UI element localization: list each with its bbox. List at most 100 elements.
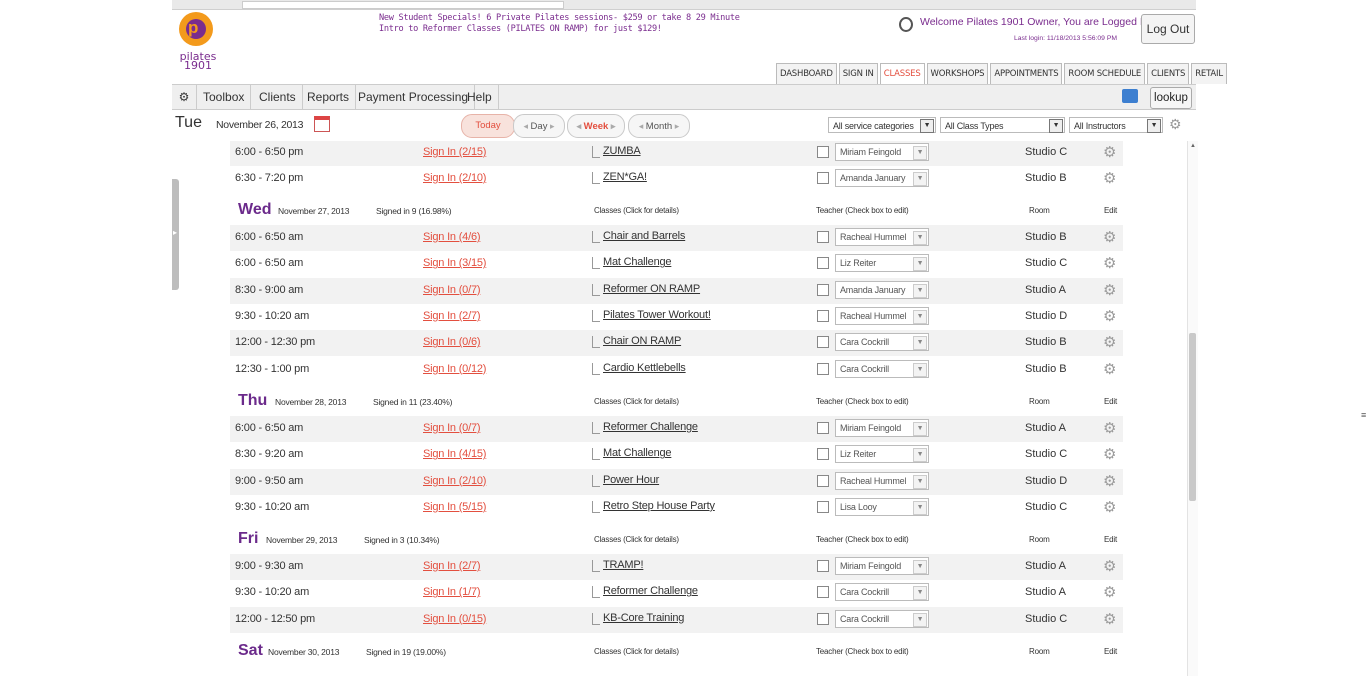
class-name-link[interactable]: Chair and Barrels bbox=[592, 230, 685, 243]
today-button[interactable]: Today bbox=[461, 114, 515, 138]
teacher-select[interactable]: Cara Cockrill ▼ bbox=[835, 333, 929, 352]
scrollbar-thumb[interactable] bbox=[1189, 333, 1196, 501]
teacher-edit-checkbox[interactable] bbox=[817, 422, 829, 434]
teacher-select[interactable]: Racheal Hummel ▼ bbox=[835, 228, 929, 246]
sign-in-link[interactable]: Sign In (2/15) bbox=[423, 146, 486, 158]
tab-clients[interactable]: CLIENTS bbox=[1147, 63, 1190, 84]
edit-gear-icon[interactable]: ⚙ bbox=[1103, 360, 1116, 378]
class-name-link[interactable]: TRAMP! bbox=[592, 559, 644, 572]
tab-room-schedule[interactable]: ROOM SCHEDULE bbox=[1064, 63, 1146, 84]
class-type-select[interactable]: All Class Types ▼ bbox=[940, 117, 1065, 133]
teacher-select[interactable]: Racheal Hummel ▼ bbox=[835, 471, 929, 490]
edit-gear-icon[interactable]: ⚙ bbox=[1103, 143, 1116, 161]
edit-gear-icon[interactable]: ⚙ bbox=[1103, 610, 1116, 628]
promo-banner[interactable]: New Student Specials! 6 Private Pilates … bbox=[379, 13, 759, 35]
lookup-button[interactable]: lookup bbox=[1150, 87, 1192, 109]
teacher-select[interactable]: Miriam Feingold ▼ bbox=[835, 419, 929, 437]
sign-in-link[interactable]: Sign In (0/7) bbox=[423, 422, 481, 434]
edit-gear-icon[interactable]: ⚙ bbox=[1103, 169, 1116, 187]
tab-classes[interactable]: CLASSES bbox=[879, 63, 925, 84]
teacher-edit-checkbox[interactable] bbox=[817, 362, 829, 375]
sign-in-link[interactable]: Sign In (0/7) bbox=[423, 284, 481, 296]
tab-retail[interactable]: RETAIL bbox=[1191, 63, 1227, 84]
teacher-edit-checkbox[interactable] bbox=[817, 560, 829, 572]
calendar-icon[interactable] bbox=[314, 116, 330, 132]
teacher-edit-checkbox[interactable] bbox=[817, 172, 829, 184]
teacher-edit-checkbox[interactable] bbox=[817, 474, 829, 487]
class-name-link[interactable]: Mat Challenge bbox=[592, 447, 672, 461]
edit-gear-icon[interactable]: ⚙ bbox=[1103, 333, 1116, 351]
tab-dashboard[interactable]: DASHBOARD bbox=[776, 63, 837, 84]
teacher-edit-checkbox[interactable] bbox=[817, 336, 829, 349]
sign-in-link[interactable]: Sign In (2/7) bbox=[423, 310, 481, 322]
sign-in-link[interactable]: Sign In (3/15) bbox=[423, 257, 486, 269]
sign-in-link[interactable]: Sign In (5/15) bbox=[423, 501, 486, 513]
scroll-up-arrow-icon[interactable]: ▲ bbox=[1190, 143, 1196, 149]
teacher-edit-checkbox[interactable] bbox=[817, 257, 829, 270]
edit-gear-icon[interactable]: ⚙ bbox=[1103, 307, 1116, 325]
sign-in-link[interactable]: Sign In (0/12) bbox=[423, 363, 486, 375]
edit-gear-icon[interactable]: ⚙ bbox=[1103, 445, 1116, 463]
teacher-edit-checkbox[interactable] bbox=[817, 309, 829, 322]
class-name-link[interactable]: Power Hour bbox=[592, 474, 659, 487]
edit-gear-icon[interactable]: ⚙ bbox=[1103, 557, 1116, 575]
sign-in-link[interactable]: Sign In (0/15) bbox=[423, 613, 486, 625]
week-view-button[interactable]: ◂ Week ▸ bbox=[567, 114, 625, 138]
teacher-edit-checkbox[interactable] bbox=[817, 283, 829, 296]
logo[interactable]: p pilates 1901 bbox=[176, 12, 216, 82]
subnav-item-clients[interactable]: Clients bbox=[253, 85, 303, 109]
teacher-select[interactable]: Miriam Feingold ▼ bbox=[835, 143, 929, 161]
resize-grip-icon[interactable]: ≡ bbox=[1361, 410, 1366, 420]
class-name-link[interactable]: Reformer Challenge bbox=[592, 585, 698, 599]
print-icon[interactable] bbox=[1122, 89, 1138, 103]
subnav-item-help[interactable]: Help bbox=[461, 85, 499, 109]
class-name-link[interactable]: Cardio Kettlebells bbox=[592, 362, 686, 375]
class-name-link[interactable]: Reformer ON RAMP bbox=[592, 283, 700, 296]
instructor-select[interactable]: All Instructors ▼ bbox=[1069, 117, 1163, 133]
settings-gear-icon[interactable]: ⚙ bbox=[172, 85, 197, 109]
teacher-edit-checkbox[interactable] bbox=[817, 231, 829, 243]
vertical-scrollbar[interactable]: ▲ bbox=[1187, 141, 1198, 676]
subnav-item-toolbox[interactable]: Toolbox bbox=[197, 85, 252, 109]
teacher-edit-checkbox[interactable] bbox=[817, 500, 829, 513]
teacher-edit-checkbox[interactable] bbox=[817, 448, 829, 461]
sign-in-link[interactable]: Sign In (2/10) bbox=[423, 172, 486, 184]
edit-gear-icon[interactable]: ⚙ bbox=[1103, 419, 1116, 437]
class-name-link[interactable]: Mat Challenge bbox=[592, 256, 672, 270]
teacher-select[interactable]: Lisa Looy ▼ bbox=[835, 497, 929, 516]
sign-in-link[interactable]: Sign In (4/6) bbox=[423, 231, 481, 243]
subnav-item-reports[interactable]: Reports bbox=[301, 85, 357, 109]
class-name-link[interactable]: Chair ON RAMP bbox=[592, 335, 681, 349]
teacher-select[interactable]: Cara Cockrill ▼ bbox=[835, 583, 929, 602]
logout-button[interactable]: Log Out bbox=[1141, 14, 1195, 44]
tab-sign-in[interactable]: SIGN IN bbox=[838, 63, 878, 84]
subnav-item-payment-processing[interactable]: Payment Processing bbox=[352, 85, 476, 109]
teacher-select[interactable]: Amanda January ▼ bbox=[835, 169, 929, 187]
class-name-link[interactable]: KB-Core Training bbox=[592, 612, 684, 625]
tab-appointments[interactable]: APPOINTMENTS bbox=[990, 63, 1063, 84]
sign-in-link[interactable]: Sign In (1/7) bbox=[423, 586, 481, 598]
teacher-edit-checkbox[interactable] bbox=[817, 586, 829, 599]
teacher-select[interactable]: Racheal Hummel ▼ bbox=[835, 306, 929, 325]
edit-gear-icon[interactable]: ⚙ bbox=[1103, 472, 1116, 490]
edit-gear-icon[interactable]: ⚙ bbox=[1103, 281, 1116, 299]
teacher-edit-checkbox[interactable] bbox=[817, 612, 829, 625]
edit-gear-icon[interactable]: ⚙ bbox=[1103, 228, 1116, 246]
teacher-select[interactable]: Amanda January ▼ bbox=[835, 280, 929, 299]
teacher-select[interactable]: Liz Reiter ▼ bbox=[835, 445, 929, 464]
sign-in-link[interactable]: Sign In (2/7) bbox=[423, 560, 481, 572]
day-view-button[interactable]: ◂ Day ▸ bbox=[513, 114, 565, 138]
address-bar[interactable] bbox=[242, 1, 564, 9]
edit-gear-icon[interactable]: ⚙ bbox=[1103, 254, 1116, 272]
sidebar-toggle-handle[interactable]: ▸ bbox=[172, 179, 179, 290]
tab-workshops[interactable]: WORKSHOPS bbox=[926, 63, 989, 84]
sign-in-link[interactable]: Sign In (2/10) bbox=[423, 475, 486, 487]
edit-gear-icon[interactable]: ⚙ bbox=[1103, 498, 1116, 516]
sign-in-link[interactable]: Sign In (4/15) bbox=[423, 448, 486, 460]
class-name-link[interactable]: ZUMBA bbox=[592, 145, 641, 158]
teacher-select[interactable]: Cara Cockrill ▼ bbox=[835, 359, 929, 378]
month-view-button[interactable]: ◂ Month ▸ bbox=[628, 114, 690, 138]
teacher-edit-checkbox[interactable] bbox=[817, 146, 829, 158]
class-name-link[interactable]: Retro Step House Party bbox=[592, 500, 715, 513]
class-name-link[interactable]: Pilates Tower Workout! bbox=[592, 309, 711, 322]
